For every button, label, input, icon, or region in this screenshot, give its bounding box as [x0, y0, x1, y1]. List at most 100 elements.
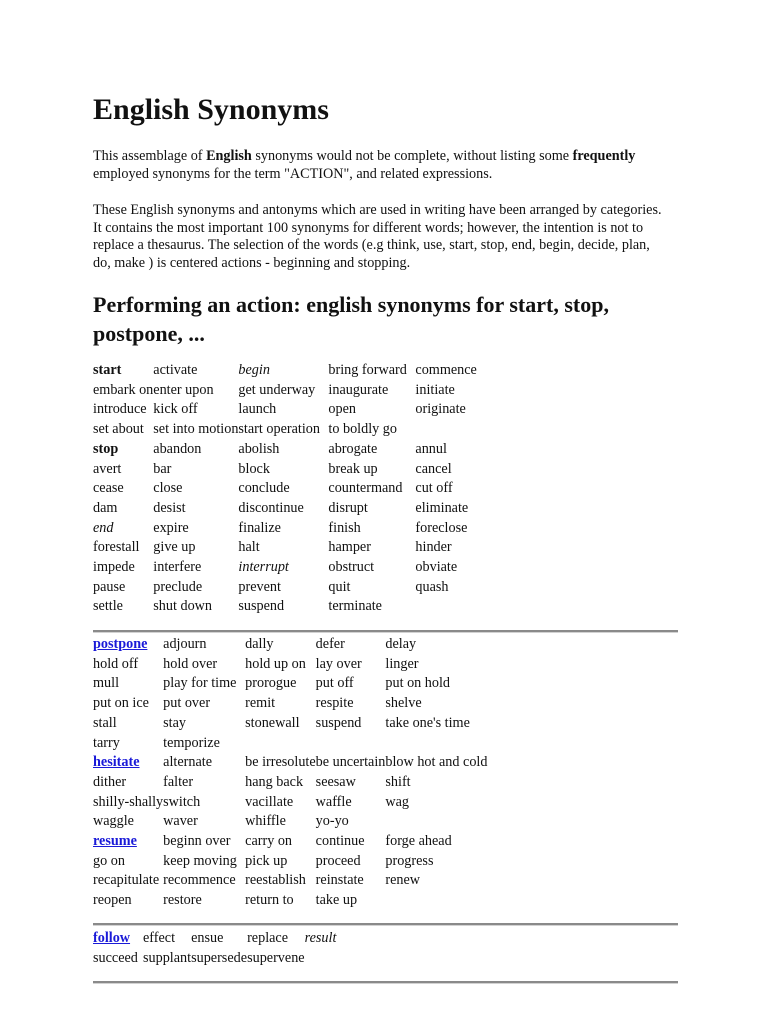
synonym-cell: cease: [93, 479, 153, 499]
synonym-cell: conclude: [238, 479, 328, 499]
table-row: end expire finalize finish foreclose: [93, 519, 485, 539]
synonyms-table-start-stop: start activate begin bring forward commence e…: [93, 361, 485, 617]
synonym-word: suspend: [238, 598, 285, 615]
synonym-cell: inaugurate: [328, 381, 415, 401]
category-link-follow[interactable]: follow: [93, 930, 130, 946]
synonym-cell: block: [238, 460, 328, 480]
synonym-word: supervene: [247, 949, 305, 966]
synonym-cell: take one's time: [385, 714, 525, 734]
table-row: waggle waver whiffle yo-yo: [93, 812, 525, 832]
synonym-word: discontinue: [238, 499, 304, 516]
synonym-cell: preclude: [153, 578, 238, 598]
synonym-cell: abolish: [238, 440, 328, 460]
synonym-cell: respite: [316, 694, 386, 714]
synonym-word: activate: [153, 362, 198, 378]
synonym-cell: return to: [245, 891, 316, 911]
synonym-cell: progress: [385, 852, 525, 872]
synonym-word: put on ice: [93, 695, 149, 712]
synonym-word: dither: [93, 773, 127, 790]
synonym-cell: dam: [93, 499, 153, 519]
table-row: hold off hold over hold up on lay over linge…: [93, 655, 525, 675]
synonym-word: close: [153, 480, 183, 497]
synonym-word: stonewall: [245, 714, 300, 731]
table-row: shilly-shally switch vacillate waffle wag: [93, 793, 525, 813]
table-row: avert bar block break up cancel: [93, 460, 485, 480]
synonym-cell: supersede: [191, 949, 247, 969]
synonym-cell: discontinue: [238, 499, 328, 519]
synonym-cell: waffle: [316, 793, 386, 813]
synonym-word: remit: [245, 695, 276, 712]
synonym-word: recapitulate: [93, 872, 160, 889]
synonym-word: interfere: [153, 559, 202, 576]
synonym-cell: abrogate: [328, 440, 415, 460]
category-link-hesitate[interactable]: hesitate: [93, 754, 140, 770]
synonym-word: effect: [143, 930, 176, 946]
category-link-postpone[interactable]: postpone: [93, 636, 147, 652]
synonym-cell: pick up: [245, 852, 316, 872]
synonym-cell: obstruct: [328, 558, 415, 578]
synonym-cell: ensue: [191, 929, 247, 949]
synonym-cell: finalize: [238, 519, 328, 539]
synonym-word: shilly-shally: [93, 793, 164, 810]
synonym-cell: quit: [328, 578, 415, 598]
synonym-word: prevent: [238, 578, 281, 595]
synonym-cell: put off: [316, 674, 386, 694]
synonym-word: lay over: [315, 655, 362, 672]
synonym-word: preclude: [153, 578, 203, 595]
table-row: introduce kick off launch open originate: [93, 400, 485, 420]
synonym-word: cut off: [415, 480, 453, 497]
synonym-word: be irresolute: [245, 754, 316, 771]
synonym-word: hold over: [163, 655, 218, 672]
page-title: English Synonyms: [93, 93, 329, 126]
synonym-word: replace: [247, 930, 289, 946]
synonym-word: annul: [415, 440, 447, 457]
intro-paragraph-1: This assemblage of English synonyms woul…: [93, 148, 663, 183]
synonym-cell: follow: [93, 929, 143, 949]
synonym-word: hamper: [328, 539, 371, 556]
synonym-cell: supervene: [247, 949, 305, 969]
synonym-word: mull: [93, 675, 120, 692]
synonym-word: shelve: [385, 695, 422, 712]
synonym-word: bring forward: [328, 362, 407, 378]
synonym-word: cease: [93, 480, 124, 497]
synonym-cell: [385, 891, 525, 911]
synonym-cell: stonewall: [245, 714, 316, 734]
synonym-cell: forestall: [93, 538, 153, 558]
synonym-word: block: [238, 460, 270, 477]
table-row: postpone adjourn dally defer delay: [93, 635, 525, 655]
synonym-word: tarry: [93, 734, 120, 751]
synonym-word: introduce: [93, 401, 147, 418]
synonym-word: pause: [93, 578, 126, 595]
synonym-cell: begin: [238, 361, 328, 381]
synonym-word: blow hot and cold: [385, 754, 488, 771]
synonym-word: countermand: [328, 480, 403, 497]
table-row: hesitate alternate be irresolute be uncerta…: [93, 753, 525, 773]
synonym-word: begin: [238, 362, 270, 378]
synonym-word: go on: [93, 852, 125, 869]
category-link-resume[interactable]: resume: [93, 833, 137, 849]
synonym-cell: remit: [245, 694, 316, 714]
synonym-word: quit: [328, 578, 351, 595]
synonym-word: finalize: [238, 519, 281, 536]
synonym-cell: temporize: [163, 734, 245, 754]
table-row: stall stay stonewall suspend take one's time: [93, 714, 525, 734]
category-heading: stop: [93, 440, 119, 457]
synonym-cell: impede: [93, 558, 153, 578]
synonym-word: linger: [385, 655, 419, 672]
synonym-cell: bring forward: [328, 361, 415, 381]
text-run: employed synonyms for the term "ACTION",…: [93, 165, 493, 182]
synonym-cell: vacillate: [245, 793, 316, 813]
synonym-cell: effect: [143, 929, 191, 949]
synonym-cell: [415, 420, 485, 440]
synonym-word: cancel: [415, 460, 452, 477]
synonym-cell: abandon: [153, 440, 238, 460]
synonym-cell: shelve: [385, 694, 525, 714]
synonym-cell: be uncertain: [316, 753, 386, 773]
synonym-word: waffle: [315, 793, 352, 810]
emphasis-text: frequently: [572, 148, 636, 164]
synonym-word: end: [93, 519, 114, 536]
synonym-cell: take up: [316, 891, 386, 911]
synonym-word: hang back: [245, 773, 304, 790]
table-row: settle shut down suspend terminate: [93, 597, 485, 617]
synonym-word: enter upon: [153, 381, 214, 398]
